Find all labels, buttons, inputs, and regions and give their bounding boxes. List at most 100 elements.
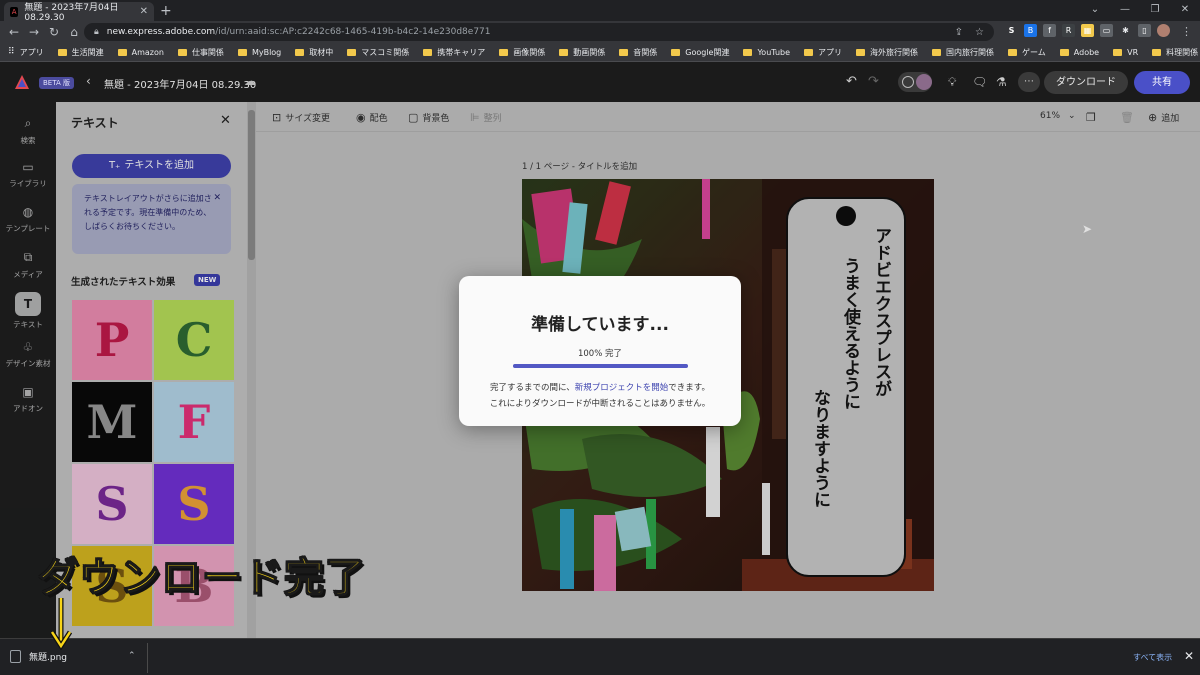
download-button[interactable]: ダウンロード [1044,71,1128,94]
comment-icon[interactable]: 🗨︎ [972,75,987,89]
file-icon [10,650,21,663]
browser-tab[interactable]: A 無題 - 2023年7月04日 08.29.30 ✕ [4,2,154,23]
bookmark-folder[interactable]: Google関連 [671,47,729,58]
progress-text: 100% 完了 [577,349,622,359]
bookmark-folder[interactable]: Amazon [117,48,164,57]
browser-tabstrip: A 無題 - 2023年7月04日 08.29.30 ✕ + ⌄ — ❐ ✕ [0,0,1200,23]
tab-search-icon[interactable]: ⌄ [1080,0,1110,20]
share-button[interactable]: 共有 [1134,71,1190,94]
download-complete-caption: ダウンロード完了 [37,554,366,602]
bookmark-folder[interactable]: VR [1113,48,1138,57]
sidepanel-icon[interactable]: ▯ [1138,24,1151,37]
r-extension-icon[interactable]: R [1062,24,1075,37]
show-all-link[interactable]: すべて表示 [1133,652,1172,663]
tab-title: 無題 - 2023年7月04日 08.29.30 [24,3,119,23]
divider [147,643,148,673]
folder-icon [237,48,247,56]
down-arrow-icon [50,598,72,650]
bookmark-folder[interactable]: 動画関係 [559,47,605,58]
s-extension-icon[interactable]: S [1005,24,1018,37]
reload-icon[interactable]: ↻ [44,25,64,39]
more-options-button[interactable]: ⋯ [1018,72,1040,92]
maximize-icon[interactable]: ❐ [1140,0,1170,20]
facebook-extension-icon[interactable]: f [1043,24,1056,37]
url-domain: new.express.adobe.com [106,27,216,37]
folder-icon [1008,48,1018,56]
folder-icon [856,48,866,56]
lightbulb-icon[interactable]: 💡︎ [948,75,956,90]
new-tab-icon[interactable]: + [160,3,172,19]
new-project-link[interactable]: 新規プロジェクトを開始 [575,383,669,393]
forward-arrow-icon[interactable]: → [24,25,44,39]
window-close-icon[interactable]: ✕ [1170,0,1200,20]
bookmark-folder[interactable]: 生活関連 [57,47,104,58]
minimize-icon[interactable]: — [1110,0,1140,20]
person-icon [902,76,914,88]
bookmark-folder[interactable]: 仕事関係 [177,47,224,58]
folder-icon [559,48,569,56]
yellow-extension-icon[interactable]: ▦ [1081,24,1094,37]
progress-fill [513,364,688,368]
url-path: /id/urn:aaid:sc:AP:c2242c68-1465-419b-b4… [215,27,491,37]
extensions-bar: S B f R ▦ ▭ ✱ ▯ [1005,24,1170,37]
progress-bar [513,364,688,368]
document-title[interactable]: 無題 - 2023年7月04日 08.29.30 [104,76,256,91]
download-shelf: 無題.png ⌃ すべて表示 ✕ [0,638,1200,675]
cloud-sync-icon: ☁ [244,74,256,88]
preparing-dialog: 準備しています... 100% 完了 完了するまでの間に、新規プロジェクトを開始… [459,276,741,426]
bookmark-folder[interactable]: 画像関係 [499,47,545,58]
dialog-title: 準備しています... [531,315,669,335]
bookmark-star-icon[interactable]: ☆ [975,27,984,38]
home-icon[interactable]: ⌂ [64,25,84,39]
bookmark-folder[interactable]: 音関係 [619,47,657,58]
bookmark-apps[interactable]: ⠿ アプリ [8,47,44,58]
apps-grid-icon: ⠿ [8,47,15,57]
tab-close-icon[interactable]: ✕ [140,6,148,17]
url-field[interactable]: 🔒︎ new.express.adobe.com /id/urn:aaid:sc… [84,23,994,41]
bookmark-folder[interactable]: アプリ [804,47,842,58]
puzzle-extension-icon[interactable]: ✱ [1119,24,1132,37]
bookmark-folder[interactable]: 海外旅行関係 [856,47,918,58]
back-arrow-icon[interactable]: ← [4,25,24,39]
folder-icon [1152,48,1162,56]
profile-avatar[interactable] [1157,24,1170,37]
bookmark-folder[interactable]: 国内旅行関係 [932,47,994,58]
user-avatar [916,74,932,90]
window-extension-icon[interactable]: ▭ [1100,24,1113,37]
folder-icon [295,48,305,56]
folder-icon [347,48,357,56]
bookmark-folder[interactable]: MyBlog [237,48,281,57]
bookmark-folder[interactable]: Adobe [1059,48,1099,57]
flask-icon[interactable]: ⚗ [996,75,1007,89]
back-chevron-icon[interactable]: ‹ [86,74,91,88]
close-icon[interactable]: ✕ [1184,649,1194,663]
bookmark-folder[interactable]: マスコミ関係 [347,47,409,58]
blue-extension-icon[interactable]: B [1024,24,1037,37]
bookmark-folder[interactable]: 携帯キャリア [423,47,485,58]
folder-icon [1059,48,1069,56]
bookmark-folder[interactable]: 料理関係 [1152,47,1198,58]
address-bar-row: ← → ↻ ⌂ 🔒︎ new.express.adobe.com /id/urn… [0,21,1200,43]
download-item[interactable]: 無題.png [10,650,67,663]
folder-icon [117,48,127,56]
folder-icon [619,48,629,56]
app-header: BETA 版 ‹ 無題 - 2023年7月04日 08.29.30 ☁ ↶ ↷ … [0,62,1200,102]
adobe-express-logo-icon[interactable] [14,74,30,90]
share-page-icon[interactable]: ⇪ [955,27,963,38]
folder-icon [57,48,67,56]
window-controls: ⌄ — ❐ ✕ [1080,0,1200,20]
folder-icon [177,48,187,56]
collaborators-avatar[interactable] [898,72,932,92]
redo-icon[interactable]: ↷ [868,74,879,89]
bookmark-folder[interactable]: YouTube [743,48,790,57]
undo-icon[interactable]: ↶ [846,74,857,89]
folder-icon [1113,48,1123,56]
browser-menu-icon[interactable]: ⋮ [1181,25,1192,38]
folder-icon [932,48,942,56]
bookmark-folder[interactable]: ゲーム [1008,47,1046,58]
folder-icon [423,48,433,56]
folder-icon [671,48,681,56]
chevron-up-icon[interactable]: ⌃ [128,651,136,661]
bookmark-folder[interactable]: 取材中 [295,47,333,58]
download-filename: 無題.png [29,653,67,663]
